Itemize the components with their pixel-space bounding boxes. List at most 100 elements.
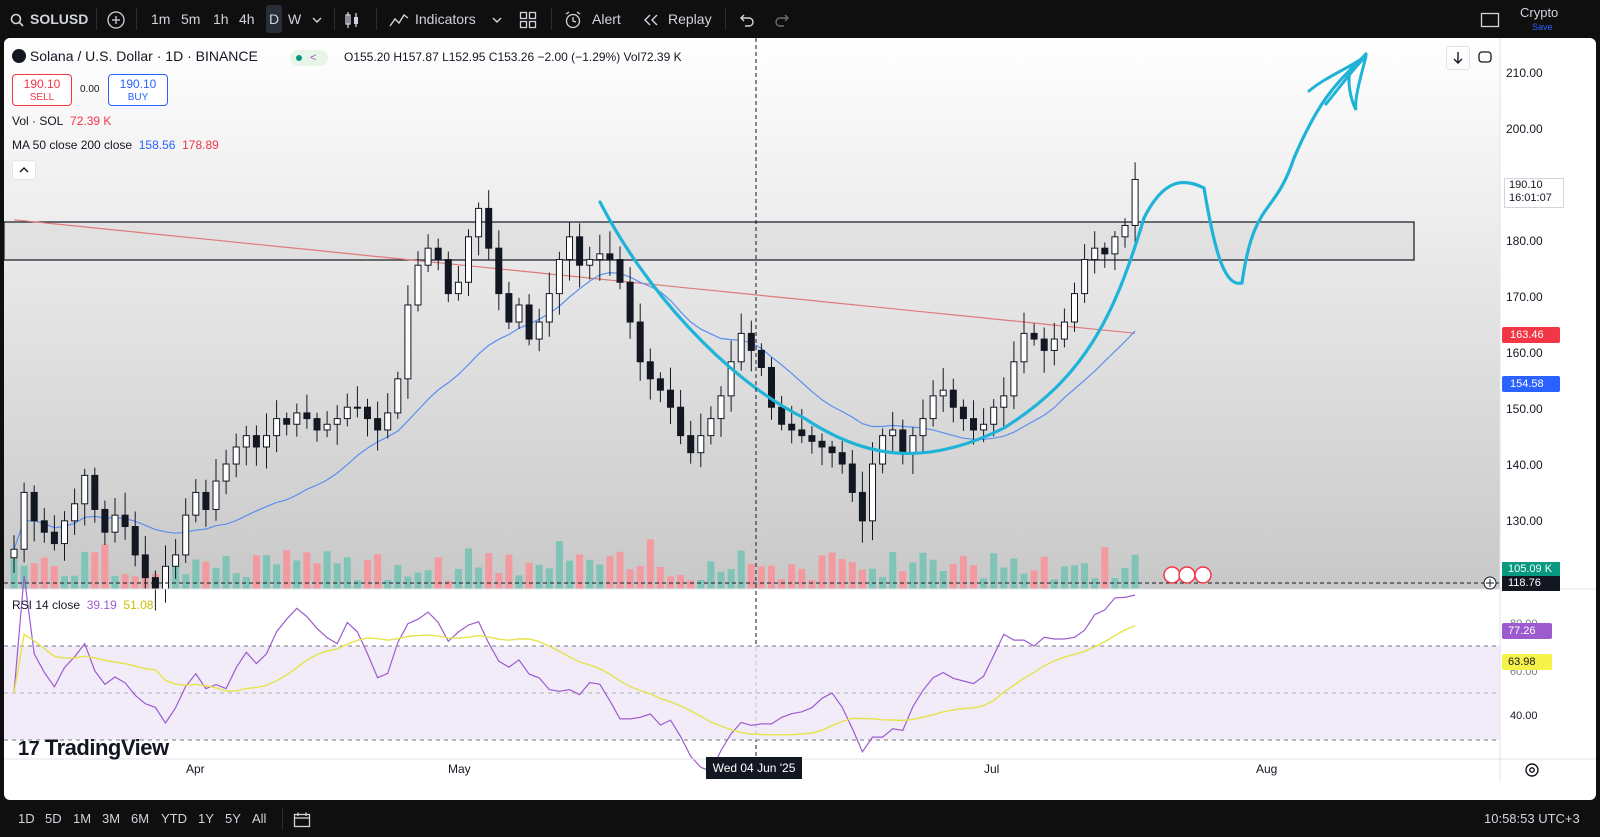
account-name[interactable]: Crypto <box>1520 5 1558 21</box>
fullscreen-icon[interactable] <box>1480 0 1500 38</box>
volume-bar <box>313 563 321 589</box>
candle-body <box>172 554 180 567</box>
volume-bar <box>343 557 351 589</box>
indicators-icon[interactable] <box>389 0 409 38</box>
volume-bar <box>576 554 584 589</box>
volume-bar <box>747 563 755 589</box>
candle-body <box>505 293 513 323</box>
refresh-button[interactable] <box>1474 46 1496 68</box>
volume-bar <box>434 557 442 589</box>
candle-body <box>939 389 947 397</box>
crosshair-price-label: 118.76 <box>1502 576 1560 591</box>
range-6m[interactable]: 6M <box>131 800 149 837</box>
buy-button[interactable]: 190.10 BUY <box>108 74 168 106</box>
redo-icon[interactable] <box>775 0 791 38</box>
chevron-up-icon <box>19 167 29 173</box>
layout-icon[interactable] <box>519 0 537 38</box>
candle-body <box>394 378 402 414</box>
range-5d[interactable]: 5D <box>45 800 62 837</box>
download-button[interactable] <box>1446 46 1470 70</box>
event-markers <box>1163 566 1212 584</box>
candle-body <box>465 236 472 283</box>
candle-body <box>141 554 149 579</box>
volume-bar <box>697 579 705 589</box>
volume-bar <box>454 568 462 589</box>
replay-button[interactable]: Replay <box>668 0 712 38</box>
tradingview-logo-icon: 17 <box>18 738 40 760</box>
collapse-legend-button[interactable] <box>12 160 36 180</box>
volume-bar <box>858 569 866 589</box>
candle-body <box>980 423 988 431</box>
undo-icon[interactable] <box>738 0 754 38</box>
candle-body <box>798 429 806 437</box>
volume-bar <box>707 561 715 589</box>
last-price-label: 190.10 16:01:07 <box>1504 178 1564 208</box>
symbol-legend[interactable]: Solana / U.S. Dollar · 1D · BINANCE <box>12 48 258 64</box>
volume-bar <box>40 557 48 589</box>
interval-5m[interactable]: 5m <box>181 0 200 38</box>
add-icon[interactable] <box>107 0 125 38</box>
interval-4h[interactable]: 4h <box>239 0 255 38</box>
candle-body <box>1081 259 1089 295</box>
range-ytd[interactable]: YTD <box>161 800 187 837</box>
sell-button[interactable]: 190.10 SELL <box>12 74 72 106</box>
interval-1h[interactable]: 1h <box>213 0 229 38</box>
volume-bar <box>252 555 260 589</box>
candle-body <box>596 253 604 261</box>
rsi-legend[interactable]: RSI 14 close 39.19 51.08 <box>12 598 153 612</box>
volume-bar <box>798 568 806 589</box>
symbol-search-button[interactable]: SOLUSD <box>30 0 88 38</box>
alert-button[interactable]: Alert <box>592 0 621 38</box>
candle-body <box>61 520 68 545</box>
candle-body <box>535 321 543 340</box>
candle-body <box>828 446 836 454</box>
search-icon[interactable] <box>10 0 24 38</box>
candle-body <box>313 418 321 431</box>
clock-timezone[interactable]: 10:58:53 UTC+3 <box>1484 800 1580 837</box>
candle-body <box>586 259 594 266</box>
volume-bar <box>717 571 725 589</box>
volume-bar <box>949 563 957 589</box>
volume-bar <box>636 565 644 589</box>
range-3m[interactable]: 3M <box>102 800 120 837</box>
candle-body <box>1091 247 1099 261</box>
interval-w[interactable]: W <box>288 0 301 38</box>
volume-bar <box>1111 578 1119 589</box>
data-status-icon[interactable]: < <box>290 50 328 66</box>
volume-bar <box>525 562 533 589</box>
candle-body <box>959 406 967 420</box>
indicators-button[interactable]: Indicators <box>415 0 476 38</box>
candle-body <box>162 565 169 590</box>
range-all[interactable]: All <box>252 800 266 837</box>
candle-body <box>808 435 816 442</box>
volume-bar <box>939 570 947 589</box>
replay-icon[interactable] <box>643 0 659 38</box>
range-1m[interactable]: 1M <box>73 800 91 837</box>
ma-legend[interactable]: MA 50 close 200 close 158.56 178.89 <box>12 138 219 152</box>
volume-bar <box>1020 573 1028 589</box>
candle-body <box>515 304 523 323</box>
candle-body <box>131 526 139 556</box>
range-1d[interactable]: 1D <box>18 800 35 837</box>
candle-body <box>1030 332 1038 340</box>
range-5y[interactable]: 5Y <box>225 800 241 837</box>
settings-gear-icon[interactable] <box>1522 760 1542 780</box>
volume-legend[interactable]: Vol · SOL 72.39 K <box>12 114 111 128</box>
candle-body <box>475 207 483 238</box>
resistance-zone-rectangle <box>4 221 1415 261</box>
candles-icon[interactable] <box>344 0 360 38</box>
calendar-icon[interactable] <box>293 800 311 837</box>
chevron-down-icon[interactable] <box>492 0 502 38</box>
range-1y[interactable]: 1Y <box>198 800 214 837</box>
chart-canvas[interactable] <box>4 38 1596 800</box>
chart-area[interactable]: Solana / U.S. Dollar · 1D · BINANCE < O1… <box>4 38 1596 800</box>
candle-body <box>970 418 977 431</box>
chevron-down-icon[interactable] <box>312 0 322 38</box>
volume-bar <box>970 565 977 589</box>
account-save[interactable]: Save <box>1532 21 1553 33</box>
interval-d[interactable]: D <box>266 5 283 33</box>
candle-body <box>1111 236 1119 255</box>
alert-icon[interactable] <box>564 0 582 38</box>
candle-body <box>283 418 291 425</box>
interval-1m[interactable]: 1m <box>151 0 170 38</box>
